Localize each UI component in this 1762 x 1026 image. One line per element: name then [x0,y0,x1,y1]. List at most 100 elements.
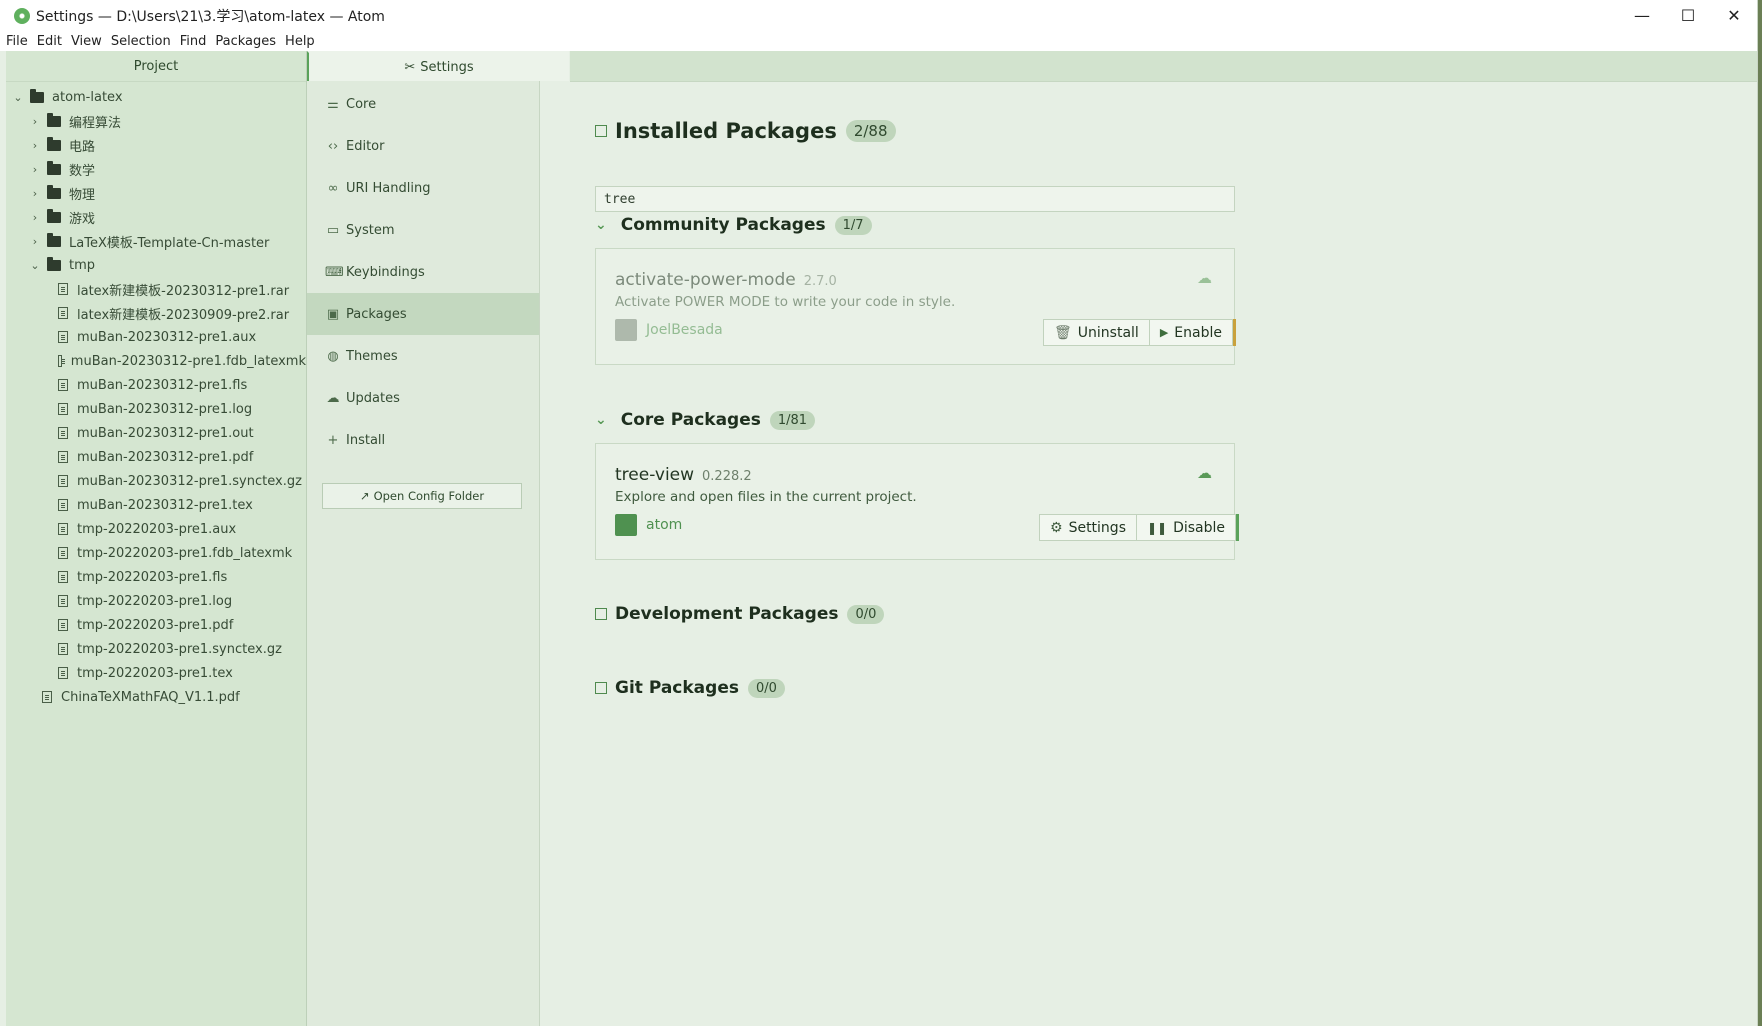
file-text-icon [58,547,68,559]
external-link-icon: ↗ [359,489,370,503]
tree-file-label: muBan-20230312-pre1.synctex.gz [77,473,302,489]
tree-file[interactable]: tmp-20220203-pre1.tex [6,661,306,685]
tree-folder[interactable]: › 数学 [6,157,306,181]
menu-file[interactable]: File [6,34,28,49]
tree-file[interactable]: muBan-20230312-pre1.fdb_latexmk [6,349,306,373]
menu-edit[interactable]: Edit [37,34,62,49]
tab-settings[interactable]: ✂ Settings [307,51,569,81]
tree-file[interactable]: tmp-20220203-pre1.fdb_latexmk [6,541,306,565]
folder-icon [47,112,61,127]
tree-file[interactable]: tmp-20220203-pre1.synctex.gz [6,637,306,661]
package-name-text: activate-power-mode [615,270,796,290]
menu-selection[interactable]: Selection [111,34,171,49]
nav-item-editor[interactable]: ‹› Editor [307,125,539,167]
maximize-button[interactable]: ☐ [1665,0,1711,31]
tree-file[interactable]: tmp-20220203-pre1.pdf [6,613,306,637]
tree-root[interactable]: ⌄ atom-latex [6,85,306,109]
tree-file[interactable]: muBan-20230312-pre1.log [6,397,306,421]
tree-folder-label: 物理 [69,187,96,203]
package-name[interactable]: activate-power-mode 2.7.0 [615,270,837,290]
tree-folder-label: 电路 [69,139,96,155]
package-card-activate-power-mode[interactable]: activate-power-mode 2.7.0 Activate POWER … [595,248,1236,365]
menu-packages[interactable]: Packages [215,34,276,49]
tree-file-label: muBan-20230312-pre1.log [77,401,253,417]
tree-folder[interactable]: › LaTeX模板-Template-Cn-master [6,229,306,253]
nav-item-themes[interactable]: ◍ Themes [307,335,539,377]
tree-file[interactable]: latex新建模板-20230909-pre2.rar [6,301,306,325]
tree-file[interactable]: muBan-20230312-pre1.tex [6,493,306,517]
tree-file[interactable]: muBan-20230312-pre1.out [6,421,306,445]
enable-button[interactable]: ▶ Enable [1149,319,1233,346]
nav-item-label: URI Handling [346,180,431,196]
development-count-badge: 0/0 [847,604,885,624]
folder-icon [47,256,61,271]
tree-file[interactable]: latex新建模板-20230312-pre1.rar [6,277,306,301]
folder-icon [47,184,61,199]
play-icon: ▶ [1159,326,1169,339]
tree-folder[interactable]: › 游戏 [6,205,306,229]
tree-folder[interactable]: › 编程算法 [6,109,306,133]
tree-file[interactable]: tmp-20220203-pre1.aux [6,517,306,541]
title-bar: Settings — D:\Users\21\3.学习\atom-latex —… [0,0,1757,31]
community-packages-heading[interactable]: ⌄ Community Packages 1/7 [595,215,872,235]
tree-file[interactable]: tmp-20220203-pre1.fls [6,565,306,589]
git-count-badge: 0/0 [747,678,785,698]
disable-button[interactable]: ❚❚ Disable [1136,514,1237,541]
nav-item-label: Core [346,96,377,112]
tree-file-root[interactable]: ChinaTeXMathFAQ_V1.1.pdf [6,685,306,709]
chevron-down-icon: ⌄ [595,412,607,428]
tree-folder[interactable]: › 物理 [6,181,306,205]
tree-file[interactable]: muBan-20230312-pre1.pdf [6,445,306,469]
uninstall-button[interactable]: 🗑 Uninstall [1043,319,1150,346]
nav-item-updates[interactable]: ☁ Updates [307,377,539,419]
package-filter-input[interactable]: tree [595,186,1235,212]
tree-file[interactable]: tmp-20220203-pre1.log [6,589,306,613]
file-zip-icon [58,283,68,295]
chevron-right-icon: › [32,186,38,200]
cloud-download-icon[interactable]: ☁ [1197,464,1212,482]
tree-folder[interactable]: › 电路 [6,133,306,157]
package-version: 2.7.0 [803,274,837,289]
settings-nav: ✂ Settings ⚌ Core ‹› Editor ∞ URI Handling … [307,51,569,1026]
tree-file-label: muBan-20230312-pre1.out [77,425,254,441]
file-text-icon [58,571,68,583]
tree-file[interactable]: muBan-20230312-pre1.fls [6,373,306,397]
plus-icon: + [327,432,339,448]
project-tab[interactable]: Project [6,51,306,82]
author-name: atom [646,517,683,533]
nav-item-core[interactable]: ⚌ Core [307,83,539,125]
nav-item-system[interactable]: ▭ System [307,209,539,251]
installed-count-badge: 2/88 [845,120,896,142]
avatar [615,319,637,341]
file-zip-icon [58,475,68,487]
minimize-button[interactable]: — [1619,0,1665,31]
package-author[interactable]: atom [615,514,682,536]
chevron-down-icon: ⌄ [595,217,607,233]
tab-settings-label: Settings [420,59,474,75]
tree-folder-label: LaTeX模板-Template-Cn-master [69,235,270,251]
nav-item-label: Keybindings [346,264,425,280]
tree-file[interactable]: muBan-20230312-pre1.aux [6,325,306,349]
menu-help[interactable]: Help [285,34,315,49]
nav-item-label: Install [346,432,386,448]
nav-item-uri-handling[interactable]: ∞ URI Handling [307,167,539,209]
cloud-download-icon[interactable]: ☁ [1197,269,1212,287]
nav-item-install[interactable]: + Install [307,419,539,461]
tree-folder-tmp[interactable]: ⌄ tmp [6,253,306,277]
open-config-folder-button[interactable]: ↗ Open Config Folder [322,483,522,509]
core-packages-heading[interactable]: ⌄ Core Packages 1/81 [595,410,816,430]
package-name-text: tree-view [615,465,695,485]
nav-item-packages[interactable]: ▣ Packages [307,293,539,335]
menu-view[interactable]: View [71,34,102,49]
package-name[interactable]: tree-view 0.228.2 [615,465,752,485]
close-button[interactable]: ✕ [1711,0,1757,31]
installed-packages-heading: Installed Packages 2/88 [595,119,896,143]
package-card-tree-view[interactable]: tree-view 0.228.2 Explore and open files … [595,443,1240,560]
package-author[interactable]: JoelBesada [615,319,723,341]
menu-find[interactable]: Find [180,34,207,49]
git-title: Git Packages [615,678,739,698]
keyboard-icon: ⌨ [325,264,344,280]
nav-item-keybindings[interactable]: ⌨ Keybindings [307,251,539,293]
settings-button[interactable]: ⚙ Settings [1039,514,1137,541]
tree-file[interactable]: muBan-20230312-pre1.synctex.gz [6,469,306,493]
